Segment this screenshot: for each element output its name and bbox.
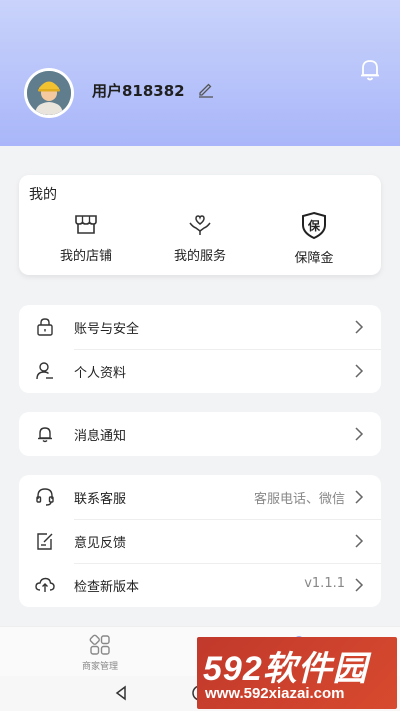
watermark-big-text: 592软件园: [203, 650, 368, 688]
lock-icon: [37, 318, 53, 336]
chevron-right-icon: [355, 320, 364, 334]
store-icon: [75, 215, 97, 234]
support-group: 联系客服 客服电话、微信 意见反馈 检查新版本 v1.1.1: [19, 475, 381, 607]
tab-merchant-management-label: 商家管理: [81, 662, 118, 672]
profile-header: 用户818382: [0, 0, 400, 146]
notification-bell-icon[interactable]: [357, 57, 383, 83]
my-store-button[interactable]: 我的店铺: [31, 211, 141, 269]
watermark-url-text: www.592xiazai.com: [205, 685, 345, 702]
user-edit-icon: [36, 362, 53, 380]
feedback-row[interactable]: 意见反馈: [19, 519, 381, 563]
headset-icon: [36, 488, 54, 506]
grid-icon: [89, 634, 110, 655]
check-update-row[interactable]: 检查新版本 v1.1.1: [19, 563, 381, 607]
feedback-icon: [37, 533, 53, 550]
profile-row[interactable]: 个人资料: [19, 349, 381, 393]
chevron-right-icon: [355, 578, 364, 592]
mine-title: 我的: [29, 187, 57, 203]
edit-pencil-icon[interactable]: [197, 80, 215, 98]
account-security-label: 账号与安全: [74, 322, 140, 337]
notification-label: 消息通知: [74, 429, 127, 444]
chevron-right-icon: [355, 534, 364, 548]
avatar[interactable]: [24, 68, 74, 118]
my-service-button[interactable]: 我的服务: [145, 211, 255, 269]
chevron-right-icon: [355, 427, 364, 441]
customer-service-label: 联系客服: [74, 492, 127, 507]
mine-card: 我的 我的店铺 我的服务 保 保障金: [19, 175, 381, 275]
customer-service-value: 客服电话、微信: [253, 492, 345, 507]
deposit-button[interactable]: 保 保障金: [259, 211, 369, 269]
bell-icon: [38, 427, 52, 443]
notification-row[interactable]: 消息通知: [19, 412, 381, 456]
avatar-user-icon: [27, 71, 71, 115]
shield-bao-icon: 保: [302, 211, 326, 239]
shield-bao-text: 保: [307, 218, 321, 233]
account-security-row[interactable]: 账号与安全: [19, 305, 381, 349]
chevron-right-icon: [355, 364, 364, 378]
tab-merchant-management[interactable]: 商家管理: [60, 633, 140, 672]
notification-group: 消息通知: [19, 412, 381, 456]
my-service-label: 我的服务: [173, 249, 226, 264]
username: 用户818382: [92, 82, 185, 100]
check-update-label: 检查新版本: [74, 580, 140, 595]
feedback-label: 意见反馈: [74, 536, 127, 551]
heart-hand-icon: [189, 215, 211, 235]
cloud-upload-icon: [35, 577, 55, 592]
my-store-label: 我的店铺: [59, 249, 112, 264]
account-group: 账号与安全 个人资料: [19, 305, 381, 393]
version-value: v1.1.1: [304, 576, 345, 591]
profile-label: 个人资料: [74, 366, 127, 381]
back-icon[interactable]: [113, 685, 129, 701]
chevron-right-icon: [355, 490, 364, 504]
customer-service-row[interactable]: 联系客服 客服电话、微信: [19, 475, 381, 519]
watermark-logo: 592软件园 www.592xiazai.com: [197, 637, 397, 709]
deposit-label: 保障金: [294, 251, 334, 266]
